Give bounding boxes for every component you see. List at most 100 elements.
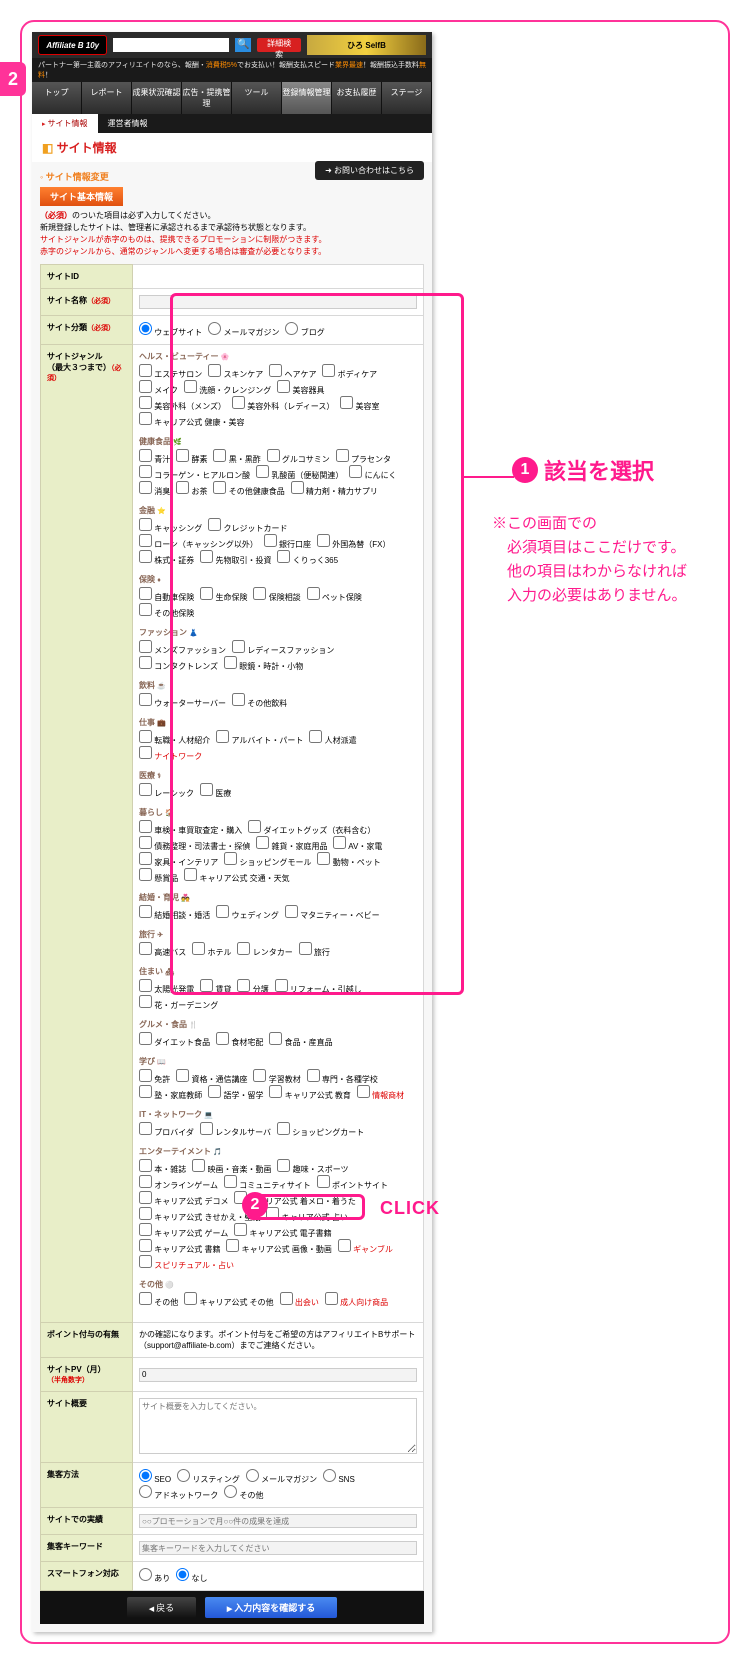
- menu-item-1[interactable]: レポート: [82, 82, 132, 114]
- gather-option[interactable]: その他: [224, 1485, 263, 1501]
- menu-item-6[interactable]: お支払履歴: [332, 82, 382, 114]
- genre-checkbox[interactable]: ウェディング: [216, 905, 279, 921]
- genre-checkbox[interactable]: ホテル: [192, 942, 231, 958]
- smartphone-option[interactable]: なし: [176, 1568, 207, 1584]
- genre-checkbox[interactable]: 花・ガーデニング: [139, 995, 218, 1011]
- genre-checkbox[interactable]: ボディケア: [322, 364, 377, 380]
- genre-checkbox[interactable]: 外国為替（FX）: [317, 534, 390, 550]
- genre-checkbox[interactable]: グルコサミン: [267, 449, 330, 465]
- genre-checkbox[interactable]: 雑貨・家庭用品: [256, 836, 327, 852]
- genre-checkbox[interactable]: キャリア公式 占い: [266, 1207, 347, 1223]
- genre-checkbox[interactable]: ポイントサイト: [317, 1175, 388, 1191]
- site-pv-input[interactable]: [139, 1368, 417, 1382]
- genre-checkbox[interactable]: コンタクトレンズ: [139, 656, 218, 672]
- site-type-option[interactable]: メールマガジン: [208, 322, 279, 338]
- genre-checkbox[interactable]: オンラインゲーム: [139, 1175, 218, 1191]
- gather-option[interactable]: リスティング: [177, 1469, 240, 1485]
- genre-checkbox[interactable]: ウォーターサーバー: [139, 693, 226, 709]
- genre-checkbox[interactable]: 資格・通信講座: [176, 1069, 247, 1085]
- genre-checkbox[interactable]: 塾・家庭教師: [139, 1085, 202, 1101]
- genre-checkbox[interactable]: キャッシング: [139, 518, 202, 534]
- genre-checkbox[interactable]: キャリア公式 電子書籍: [234, 1223, 331, 1239]
- confirm-button[interactable]: 入力内容を確認する: [205, 1597, 337, 1618]
- sub-tab-1[interactable]: 運営者情報: [98, 114, 158, 133]
- genre-checkbox[interactable]: アルバイト・パート: [216, 730, 303, 746]
- genre-checkbox[interactable]: プラセンタ: [336, 449, 391, 465]
- performance-input[interactable]: [139, 1514, 417, 1528]
- genre-checkbox[interactable]: にんにく: [349, 465, 396, 481]
- genre-checkbox[interactable]: 映画・音楽・動画: [192, 1159, 271, 1175]
- genre-checkbox[interactable]: その他健康食品: [213, 481, 284, 497]
- genre-checkbox[interactable]: 保険相談: [253, 587, 300, 603]
- genre-checkbox[interactable]: 懸賞品: [139, 868, 178, 884]
- sub-tab-0[interactable]: サイト情報: [32, 114, 98, 133]
- genre-checkbox[interactable]: 美容器具: [277, 380, 324, 396]
- genre-checkbox[interactable]: 食品・産直品: [269, 1032, 332, 1048]
- genre-checkbox[interactable]: 精力剤・精力サプリ: [291, 481, 378, 497]
- menu-item-2[interactable]: 成果状況確認: [132, 82, 182, 114]
- genre-checkbox[interactable]: 生命保険: [200, 587, 247, 603]
- menu-item-7[interactable]: ステージ: [382, 82, 432, 114]
- genre-checkbox[interactable]: 消臭: [139, 481, 170, 497]
- gather-option[interactable]: アドネットワーク: [139, 1485, 218, 1501]
- genre-checkbox[interactable]: コラーゲン・ヒアルロン酸: [139, 465, 250, 481]
- genre-checkbox[interactable]: その他: [139, 1292, 178, 1308]
- genre-checkbox-restricted[interactable]: スピリチュアル・占い: [139, 1255, 234, 1271]
- genre-checkbox[interactable]: 洗顔・クレンジング: [184, 380, 271, 396]
- genre-checkbox[interactable]: AV・家電: [333, 836, 382, 852]
- genre-checkbox-restricted[interactable]: ギャンブル: [338, 1239, 393, 1255]
- genre-checkbox[interactable]: クレジットカード: [208, 518, 287, 534]
- genre-checkbox[interactable]: 専門・各種学校: [307, 1069, 378, 1085]
- genre-checkbox[interactable]: 眼鏡・時計・小物: [224, 656, 303, 672]
- advanced-search-button[interactable]: 詳細検索: [257, 38, 301, 52]
- genre-checkbox[interactable]: レディースファッション: [232, 640, 334, 656]
- site-type-option[interactable]: ウェブサイト: [139, 322, 202, 338]
- genre-checkbox[interactable]: 乳酸菌（便秘関連）: [256, 465, 343, 481]
- genre-checkbox[interactable]: キャリア公式 画像・動画: [226, 1239, 331, 1255]
- genre-checkbox[interactable]: その他保険: [139, 603, 194, 619]
- genre-checkbox[interactable]: 青汁: [139, 449, 170, 465]
- menu-item-5[interactable]: 登録情報管理: [282, 82, 332, 114]
- genre-checkbox[interactable]: 人材派遣: [309, 730, 356, 746]
- genre-checkbox[interactable]: レンタルサーバ: [200, 1122, 271, 1138]
- genre-checkbox[interactable]: 株式・証券: [139, 550, 194, 566]
- genre-checkbox[interactable]: キャリア公式 その他: [184, 1292, 273, 1308]
- genre-checkbox[interactable]: お茶: [176, 481, 207, 497]
- search-input[interactable]: [113, 38, 229, 52]
- genre-checkbox[interactable]: 美容外科（レディース）: [232, 396, 334, 412]
- genre-checkbox[interactable]: プロバイダ: [139, 1122, 194, 1138]
- genre-checkbox[interactable]: スキンケア: [208, 364, 263, 380]
- genre-checkbox[interactable]: キャリア公式 ゲーム: [139, 1223, 228, 1239]
- genre-checkbox-restricted[interactable]: 出会い: [280, 1292, 319, 1308]
- genre-checkbox[interactable]: 転職・人材紹介: [139, 730, 210, 746]
- genre-checkbox[interactable]: 高速バス: [139, 942, 186, 958]
- genre-checkbox-restricted[interactable]: ナイトワーク: [139, 746, 202, 762]
- genre-checkbox-restricted[interactable]: 情報商材: [357, 1085, 404, 1101]
- genre-checkbox[interactable]: リフォーム・引越し: [275, 979, 362, 995]
- genre-checkbox[interactable]: 銀行口座: [264, 534, 311, 550]
- genre-checkbox[interactable]: キャリア公式 教育: [269, 1085, 350, 1101]
- genre-checkbox[interactable]: コミュニティサイト: [224, 1175, 311, 1191]
- genre-checkbox[interactable]: 学習教材: [253, 1069, 300, 1085]
- genre-checkbox[interactable]: 自動車保険: [139, 587, 194, 603]
- genre-checkbox[interactable]: キャリア公式 健康・美容: [139, 412, 244, 428]
- gather-option[interactable]: SEO: [139, 1469, 171, 1484]
- genre-checkbox[interactable]: 車検・車買取査定・購入: [139, 820, 242, 836]
- gather-option[interactable]: メールマガジン: [246, 1469, 317, 1485]
- menu-item-0[interactable]: トップ: [32, 82, 82, 114]
- genre-checkbox[interactable]: 旅行: [299, 942, 330, 958]
- genre-checkbox[interactable]: キャリア公式 書籍: [139, 1239, 220, 1255]
- genre-checkbox[interactable]: 賃貸: [200, 979, 231, 995]
- genre-checkbox[interactable]: ダイエットグッズ（衣料含む）: [248, 820, 375, 836]
- genre-checkbox-restricted[interactable]: 成人向け商品: [325, 1292, 388, 1308]
- back-button[interactable]: 戻る: [127, 1597, 196, 1618]
- genre-checkbox[interactable]: 債務整理・司法書士・探偵: [139, 836, 250, 852]
- gather-option[interactable]: SNS: [323, 1469, 355, 1484]
- genre-checkbox[interactable]: メンズファッション: [139, 640, 226, 656]
- genre-checkbox[interactable]: 語学・留学: [208, 1085, 263, 1101]
- genre-checkbox[interactable]: キャリア公式 交通・天気: [184, 868, 289, 884]
- keywords-input[interactable]: [139, 1541, 417, 1555]
- genre-checkbox[interactable]: 酵素: [176, 449, 207, 465]
- site-summary-input[interactable]: [139, 1398, 417, 1454]
- search-icon[interactable]: 🔍: [235, 38, 251, 52]
